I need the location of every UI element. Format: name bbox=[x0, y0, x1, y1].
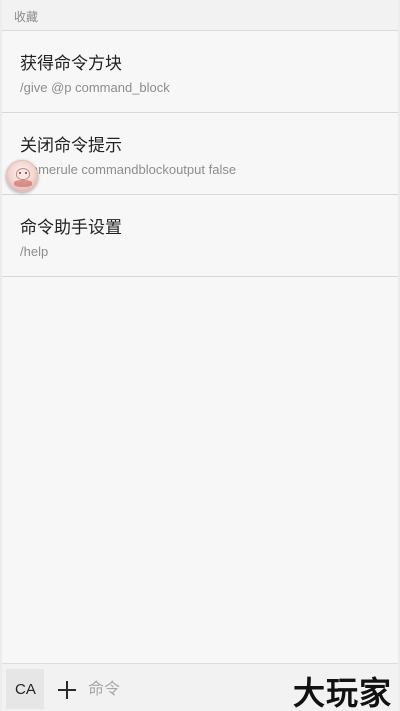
plus-icon[interactable] bbox=[57, 680, 77, 700]
ca-button[interactable]: CA bbox=[6, 669, 44, 709]
favorite-item-command: /gamerule commandblockoutput false bbox=[20, 162, 237, 177]
favorite-item-command: /help bbox=[20, 244, 49, 259]
app-screen: 收藏 获得命令方块 /give @p command_block 关闭命令提示 … bbox=[0, 0, 400, 711]
command-input[interactable] bbox=[84, 672, 282, 704]
floating-avatar-icon[interactable] bbox=[6, 160, 38, 192]
favorites-list: 获得命令方块 /give @p command_block 关闭命令提示 /ga… bbox=[2, 31, 398, 277]
favorite-item-command: /give @p command_block bbox=[20, 80, 170, 95]
favorites-section-header: 收藏 bbox=[2, 0, 398, 31]
favorite-item-title: 命令助手设置 bbox=[20, 218, 122, 238]
favorite-item-title: 获得命令方块 bbox=[20, 54, 122, 74]
favorite-item-title: 关闭命令提示 bbox=[20, 136, 122, 156]
avatar-face bbox=[16, 168, 30, 180]
favorite-item-give-command-block[interactable]: 获得命令方块 /give @p command_block bbox=[2, 31, 398, 113]
avatar-cheek bbox=[14, 180, 32, 187]
favorite-item-disable-command-output[interactable]: 关闭命令提示 /gamerule commandblockoutput fals… bbox=[2, 113, 398, 195]
favorites-header-label: 收藏 bbox=[14, 10, 39, 24]
favorite-item-helper-settings[interactable]: 命令助手设置 /help bbox=[2, 195, 398, 277]
watermark-logo: 大玩家 bbox=[292, 674, 392, 711]
avatar-eye bbox=[25, 172, 27, 174]
ca-button-label: CA bbox=[15, 681, 36, 698]
avatar-eye bbox=[19, 172, 21, 174]
